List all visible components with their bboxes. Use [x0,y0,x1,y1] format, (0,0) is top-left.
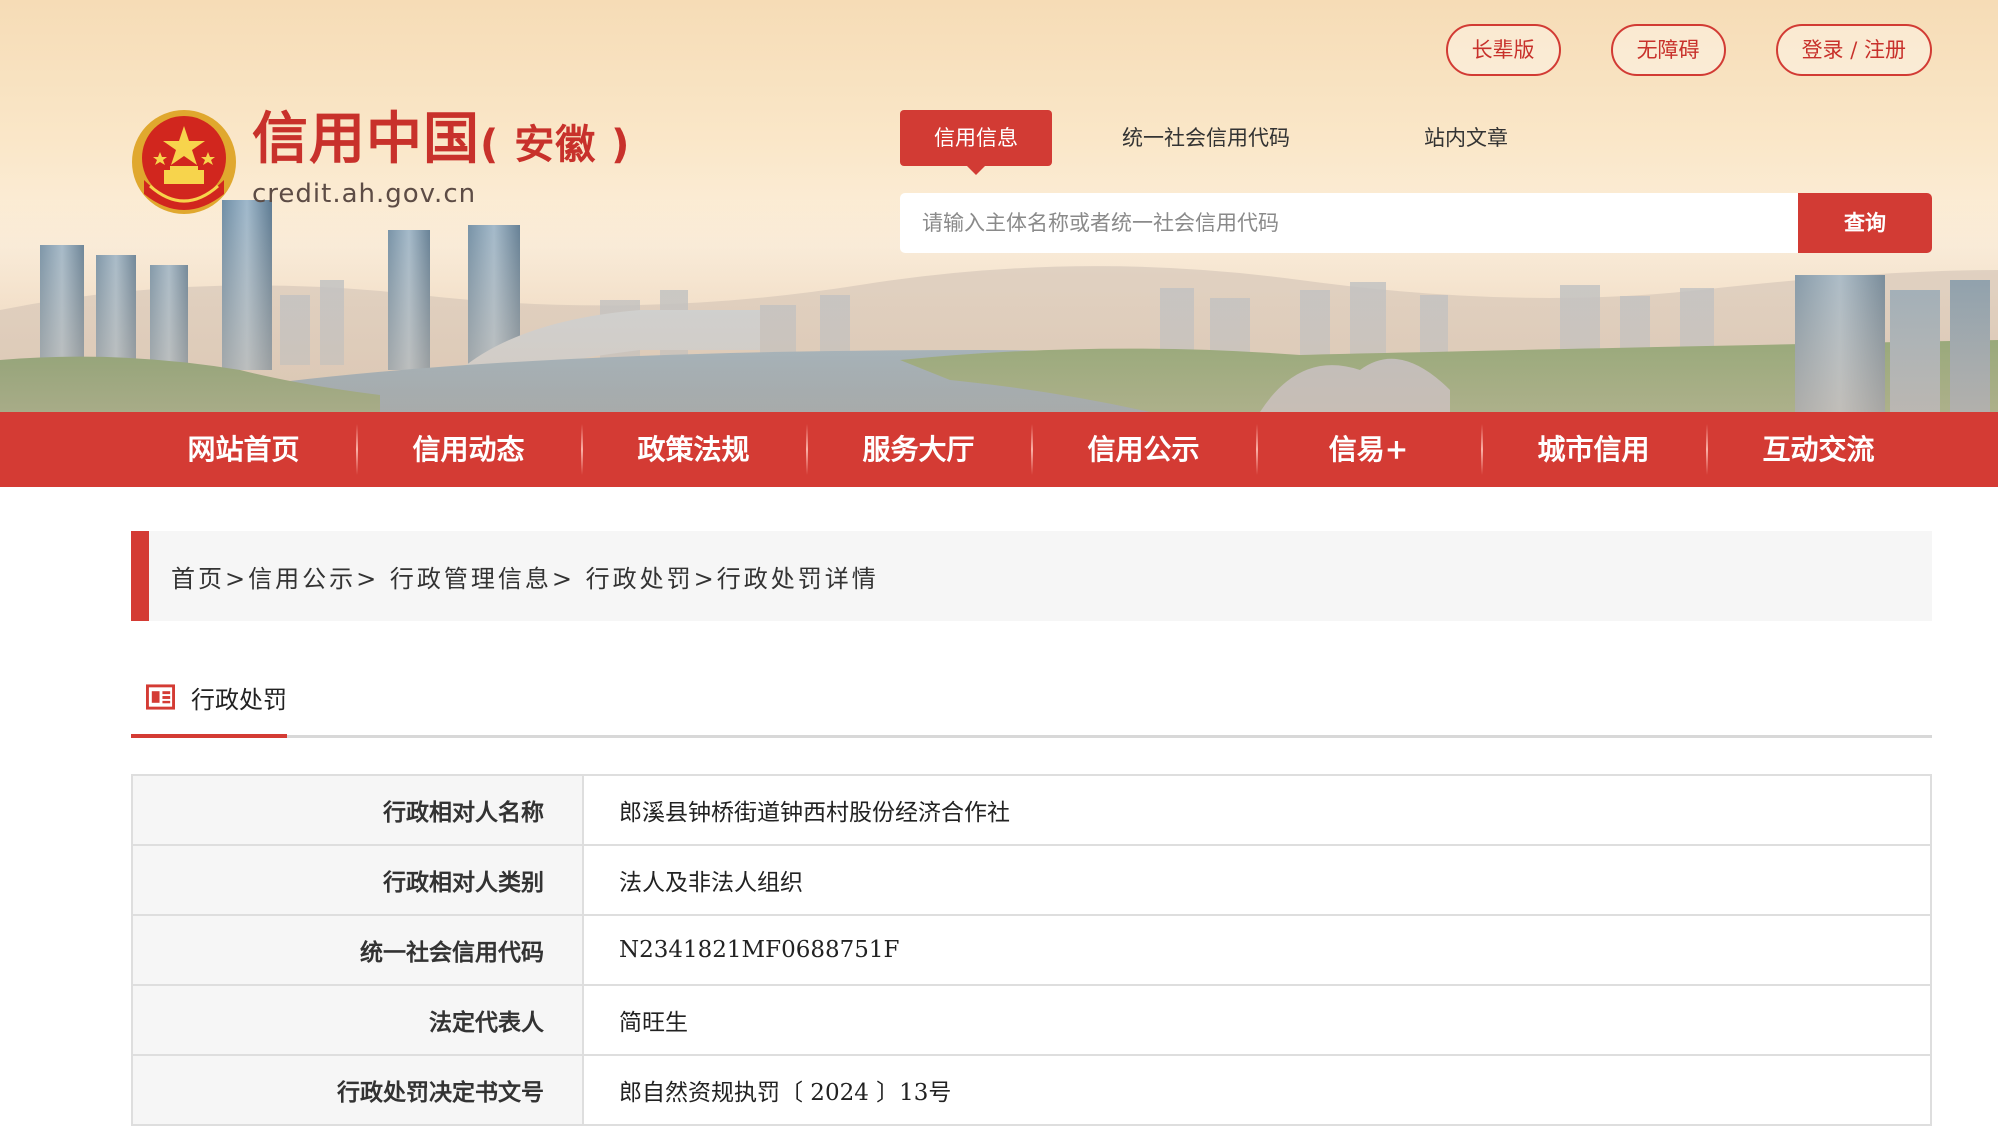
search-input[interactable] [900,193,1798,253]
nav-item-policies[interactable]: 政策法规 [581,412,806,487]
field-value: 郎自然资规执罚〔 2024 〕13号 [582,1054,1932,1126]
tab-site-articles[interactable]: 站内文章 [1390,110,1542,166]
main-nav: 网站首页 信用动态 政策法规 服务大厅 信用公示 信易+ 城市信用 互动交流 [0,412,1998,487]
accessibility-button[interactable]: 无障碍 [1610,24,1726,76]
breadcrumb: 首页>信用公示> 行政管理信息> 行政处罚>行政处罚详情 [131,531,1932,621]
field-label: 行政相对人类别 [131,844,584,916]
field-value: 法人及非法人组织 [582,844,1932,916]
nav-item-home[interactable]: 网站首页 [131,412,356,487]
search-tabs: 信用信息 统一社会信用代码 站内文章 [900,110,1542,175]
table-row: 统一社会信用代码 N2341821MF0688751F [131,914,1932,986]
logo-title: 信用中国( 安徽 ) [252,107,631,172]
table-row: 行政相对人名称 郎溪县钟桥街道钟西村股份经济合作社 [131,774,1932,846]
field-value: N2341821MF0688751F [582,914,1932,986]
national-emblem-icon [132,110,236,214]
section-title: 行政处罚 [191,685,287,714]
login-register-button[interactable]: 登录 / 注册 [1775,24,1932,76]
nav-item-interaction[interactable]: 互动交流 [1706,412,1931,487]
top-links: 长辈版 无障碍 登录 / 注册 [1445,24,1932,76]
table-row: 法定代表人 简旺生 [131,984,1932,1056]
detail-table: 行政相对人名称 郎溪县钟桥街道钟西村股份经济合作社 行政相对人类别 法人及非法人… [131,774,1932,1126]
field-label: 行政相对人名称 [131,774,584,846]
field-value: 简旺生 [582,984,1932,1056]
nav-item-credit-news[interactable]: 信用动态 [356,412,581,487]
search-button[interactable]: 查询 [1798,193,1932,253]
tab-credit-code[interactable]: 统一社会信用代码 [1088,110,1324,166]
logo-url: credit.ah.gov.cn [252,179,477,209]
field-label: 法定代表人 [131,984,584,1056]
section-title-tab: 行政处罚 [131,660,287,738]
field-label: 行政处罚决定书文号 [131,1054,584,1126]
nav-item-service-hall[interactable]: 服务大厅 [806,412,1031,487]
table-row: 行政相对人类别 法人及非法人组织 [131,844,1932,916]
header-banner: 长辈版 无障碍 登录 / 注册 信用中国( 安徽 ) credit.ah.gov… [0,0,1998,412]
table-row: 行政处罚决定书文号 郎自然资规执罚〔 2024 〕13号 [131,1054,1932,1126]
tab-credit-info[interactable]: 信用信息 [900,110,1052,175]
search-bar: 查询 [900,193,1932,253]
elder-mode-button[interactable]: 长辈版 [1445,24,1561,76]
breadcrumb-text[interactable]: 首页>信用公示> 行政管理信息> 行政处罚>行政处罚详情 [171,559,879,594]
nav-item-xinyi-plus[interactable]: 信易+ [1256,412,1481,487]
nav-item-credit-publicity[interactable]: 信用公示 [1031,412,1256,487]
nav-item-city-credit[interactable]: 城市信用 [1481,412,1706,487]
site-logo[interactable]: 信用中国( 安徽 ) credit.ah.gov.cn [130,108,630,216]
document-list-icon [146,684,175,710]
field-value: 郎溪县钟桥街道钟西村股份经济合作社 [582,774,1932,846]
section-header: 行政处罚 [131,660,1932,738]
field-label: 统一社会信用代码 [131,914,584,986]
